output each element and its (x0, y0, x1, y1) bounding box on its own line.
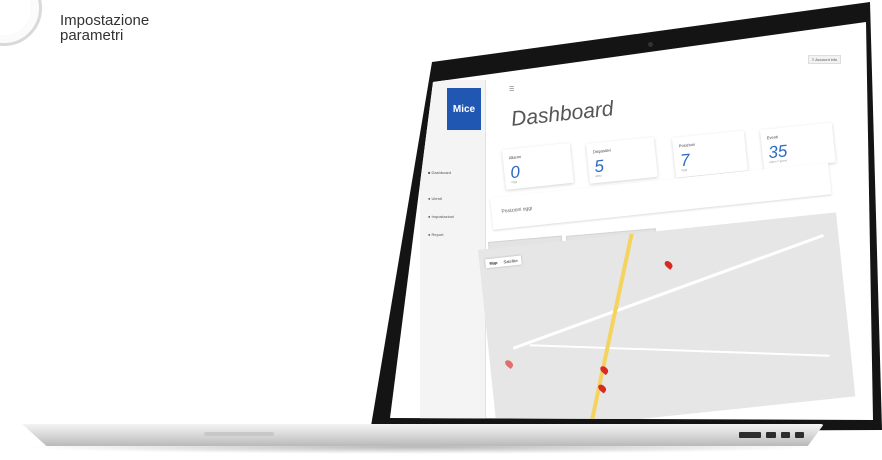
sidebar-item-settings[interactable]: ● Impostazioni (428, 214, 454, 219)
map-toggle-satellite[interactable]: Satellite (503, 258, 518, 264)
map-type-toggle[interactable]: Map Satellite (485, 255, 523, 269)
port-icon (795, 432, 804, 438)
caption-line-2: parametri (60, 27, 124, 44)
stat-card-label: Allarmi (508, 154, 522, 161)
map-road (529, 344, 830, 357)
stat-card-label: Posizioni (678, 141, 696, 149)
map-marker-icon[interactable] (503, 358, 515, 370)
stat-card-0[interactable]: Allarmi 0 oggi (502, 142, 574, 190)
map-marker-icon[interactable] (663, 259, 674, 270)
stat-card-sub: attivi (595, 173, 602, 179)
stat-card-label: Dispositivi (592, 147, 612, 155)
camera-icon (648, 42, 653, 47)
map-road (512, 233, 824, 350)
port-icon (766, 432, 776, 438)
laptop-base (22, 424, 824, 446)
sidebar-item-users[interactable]: ● Utenti (428, 196, 442, 201)
stat-card-sub: oggi (511, 179, 518, 185)
port-icon (781, 432, 790, 438)
sd-slot-icon (739, 432, 761, 438)
laptop-notch (204, 432, 274, 436)
page-title: Dashboard (510, 97, 615, 131)
app-logo[interactable]: Mice (447, 88, 481, 130)
stat-card-sub: oggi (681, 167, 688, 173)
stat-card-1[interactable]: Dispositivi 5 attivi (586, 136, 658, 184)
laptop-ports (739, 432, 804, 438)
badge-circle-icon (0, 0, 42, 46)
account-button[interactable]: ≡ Account info (808, 55, 842, 64)
stat-card-2[interactable]: Posizioni 7 oggi (672, 130, 748, 178)
panel-title: Posizioni oggi (501, 205, 533, 215)
stat-card-label: Eventi (766, 134, 779, 141)
map-toggle-map[interactable]: Map (489, 260, 497, 266)
map-main-road (584, 228, 635, 420)
stat-card-sub: ultimi 7 giorni (769, 158, 788, 165)
sidebar (420, 80, 486, 420)
caption: Impostazione parametri (60, 13, 149, 43)
sidebar-item-report[interactable]: ● Report (428, 232, 444, 237)
sidebar-item-dashboard[interactable]: ■ Dashboard (428, 170, 451, 175)
menu-icon[interactable]: ☰ (509, 86, 514, 93)
map[interactable]: Map Satellite · (478, 212, 856, 420)
caption-line-1: Impostazione (60, 12, 150, 29)
